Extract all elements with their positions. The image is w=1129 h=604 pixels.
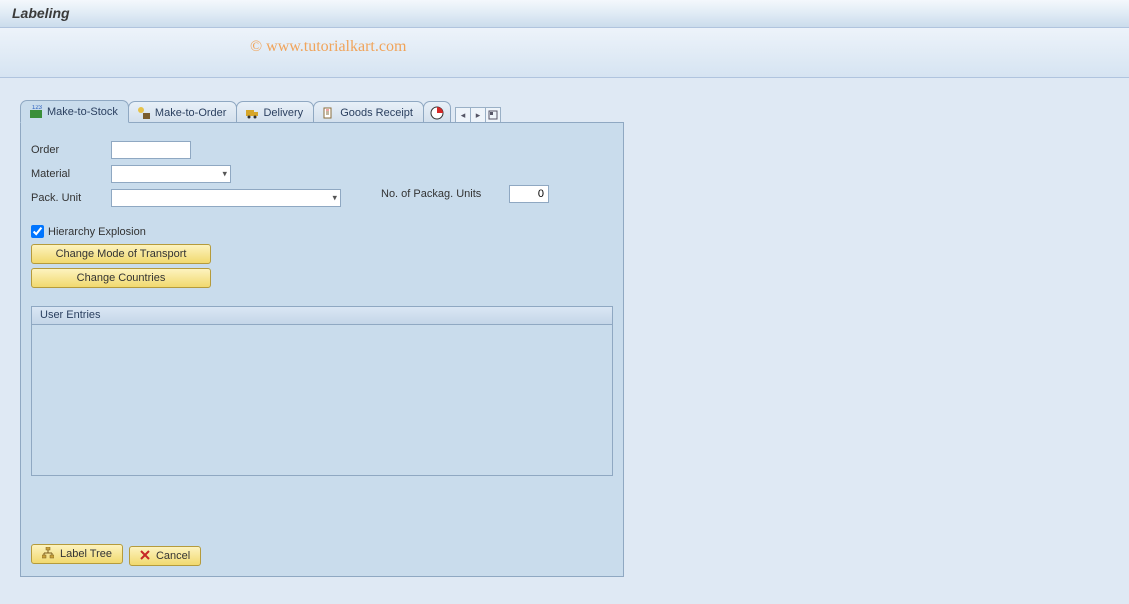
tree-icon	[42, 547, 54, 562]
num-packag-label: No. of Packag. Units	[381, 188, 491, 200]
goods-receipt-icon	[322, 106, 336, 120]
tab-label: Make-to-Stock	[47, 106, 118, 118]
num-packag-input[interactable]	[509, 185, 549, 203]
user-entries-groupbox: User Entries	[31, 306, 613, 476]
tab-scroll-left[interactable]: ◂	[455, 107, 471, 123]
order-input[interactable]	[111, 141, 191, 159]
packunit-combo[interactable]	[111, 189, 341, 207]
tab-more[interactable]	[423, 101, 451, 123]
svg-text:123: 123	[32, 105, 43, 111]
tab-label: Goods Receipt	[340, 107, 413, 119]
delivery-truck-icon	[245, 106, 259, 120]
tab-make-to-order[interactable]: Make-to-Order	[128, 101, 238, 123]
mts-icon: 123	[29, 105, 43, 119]
application-toolbar	[0, 28, 1129, 78]
mto-icon	[137, 106, 151, 120]
tab-scroll-right[interactable]: ▸	[470, 107, 486, 123]
tab-goods-receipt[interactable]: Goods Receipt	[313, 101, 424, 123]
tab-make-to-stock[interactable]: 123 Make-to-Stock	[20, 100, 129, 123]
panel-make-to-stock: Order Material Pack. Unit No. of Packag.…	[20, 122, 624, 577]
hierarchy-explosion-label: Hierarchy Explosion	[48, 226, 146, 238]
material-combo[interactable]	[111, 165, 231, 183]
tab-list-button[interactable]	[485, 107, 501, 123]
change-countries-button[interactable]: Change Countries	[31, 268, 211, 288]
tab-strip: 123 Make-to-Stock Make-to-Order Delivery…	[20, 100, 1109, 123]
order-label: Order	[31, 144, 111, 156]
material-label: Material	[31, 168, 111, 180]
hierarchy-explosion-checkbox[interactable]	[31, 225, 44, 238]
page-title-bar: Labeling	[0, 0, 1129, 28]
label-tree-button[interactable]: Label Tree	[31, 544, 123, 564]
tab-label: Make-to-Order	[155, 107, 227, 119]
change-transport-button[interactable]: Change Mode of Transport	[31, 244, 211, 264]
user-entries-title: User Entries	[32, 307, 612, 325]
cancel-button[interactable]: Cancel	[129, 546, 201, 566]
tab-label: Delivery	[263, 107, 303, 119]
cancel-x-icon	[140, 550, 150, 563]
page-title: Labeling	[12, 5, 70, 21]
pie-chart-icon	[430, 106, 444, 120]
tab-delivery[interactable]: Delivery	[236, 101, 314, 123]
packunit-label: Pack. Unit	[31, 192, 111, 204]
